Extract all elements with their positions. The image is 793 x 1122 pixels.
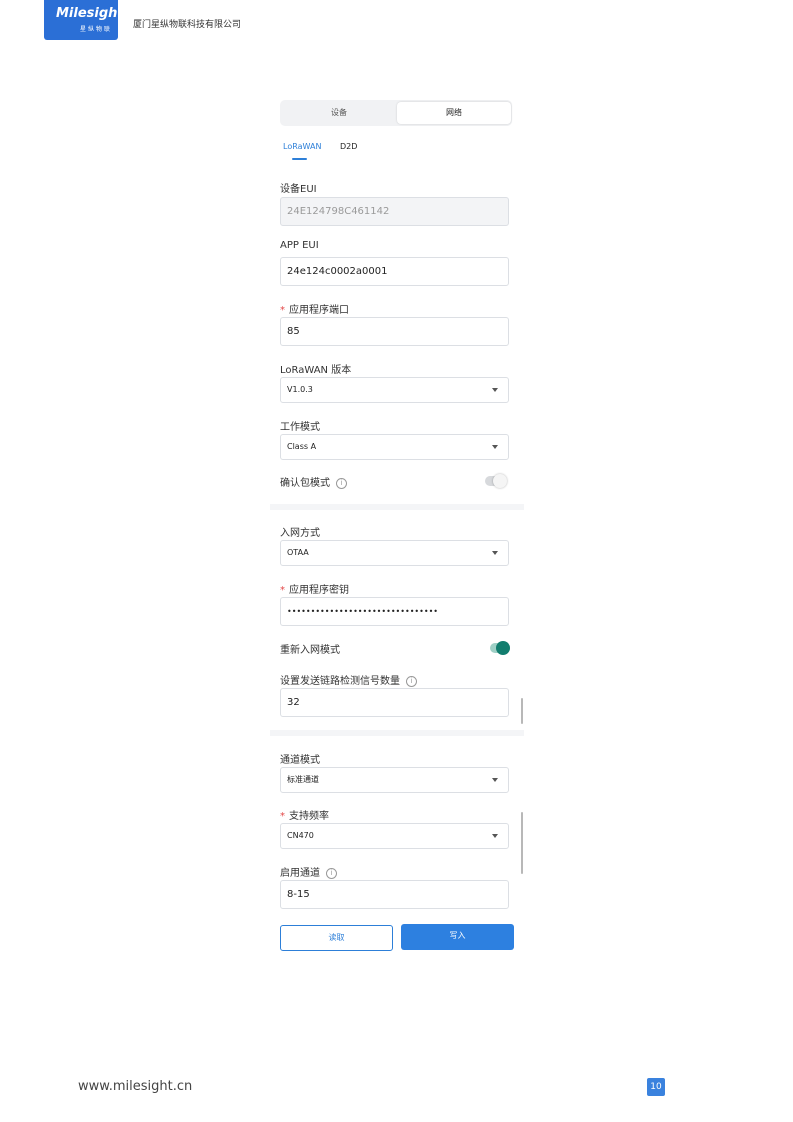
link-check-input[interactable]: 32 <box>280 688 509 717</box>
lorawan-version-select[interactable]: V1.0.3 <box>280 377 509 403</box>
chevron-down-icon <box>492 445 498 449</box>
required-mark: * <box>280 305 285 316</box>
work-mode-label: 工作模式 <box>280 422 320 433</box>
info-icon[interactable]: i <box>406 675 417 687</box>
work-mode-value: Class A <box>287 442 317 451</box>
join-type-value: OTAA <box>287 548 309 557</box>
tab-device[interactable]: 设备 <box>282 102 396 124</box>
tab-network[interactable]: 网络 <box>397 102 511 124</box>
app-eui-label: APP EUI <box>280 240 319 251</box>
info-icon[interactable]: i <box>326 867 337 879</box>
toggle-knob <box>493 474 507 488</box>
segment-tabs: 设备 网络 <box>280 100 512 126</box>
logo-brand: Milesight <box>56 6 124 21</box>
required-mark: * <box>280 585 285 596</box>
device-eui-input: 24E124798C461142 <box>280 197 509 226</box>
chevron-down-icon <box>492 388 498 392</box>
app-port-label: * 应用程序端口 <box>280 301 349 316</box>
write-button[interactable]: 写入 <box>401 924 514 950</box>
subtab-lorawan[interactable]: LoRaWAN <box>283 142 321 151</box>
chevron-down-icon <box>492 834 498 838</box>
freq-value: CN470 <box>287 831 314 840</box>
lorawan-version-value: V1.0.3 <box>287 385 313 394</box>
confirm-mode-toggle[interactable] <box>485 474 507 488</box>
freq-select[interactable]: CN470 <box>280 823 509 849</box>
settings-panel: 设备 网络 LoRaWAN D2D 设备EUI 24E124798C461142… <box>270 96 524 956</box>
enable-channel-label-text: 启用通道 <box>280 868 320 879</box>
app-port-input[interactable]: 85 <box>280 317 509 346</box>
scrollbar[interactable] <box>521 698 523 724</box>
logo-sub: 星纵物联 <box>80 26 113 33</box>
section-divider <box>270 730 524 736</box>
confirm-mode-label: 确认包模式 i <box>280 474 347 489</box>
required-mark: * <box>280 811 285 822</box>
lorawan-version-label: LoRaWAN 版本 <box>280 365 352 376</box>
confirm-mode-label-text: 确认包模式 <box>280 478 330 489</box>
link-check-label: 设置发送链路检测信号数量 i <box>280 672 417 687</box>
footer-url: www.milesight.cn <box>78 1079 193 1094</box>
app-key-input[interactable]: •••••••••••••••••••••••••••••••• <box>280 597 509 626</box>
enable-channel-input[interactable]: 8-15 <box>280 880 509 909</box>
subtab-d2d[interactable]: D2D <box>340 142 357 151</box>
info-icon[interactable]: i <box>336 477 347 489</box>
app-port-label-text: 应用程序端口 <box>289 305 349 316</box>
freq-label-text: 支持频率 <box>289 811 329 822</box>
page-number: 10 <box>647 1078 665 1096</box>
chevron-down-icon <box>492 551 498 555</box>
rejoin-mode-toggle[interactable] <box>490 641 510 655</box>
rejoin-mode-label: 重新入网模式 <box>280 645 340 656</box>
company-name: 厦门星纵物联科技有限公司 <box>133 20 242 30</box>
app-eui-input[interactable]: 24e124c0002a0001 <box>280 257 509 286</box>
join-type-label: 入网方式 <box>280 528 320 539</box>
join-type-select[interactable]: OTAA <box>280 540 509 566</box>
channel-mode-value: 标准通道 <box>287 775 319 784</box>
work-mode-select[interactable]: Class A <box>280 434 509 460</box>
app-key-label: * 应用程序密钥 <box>280 581 349 596</box>
scrollbar[interactable] <box>521 812 523 874</box>
link-check-label-text: 设置发送链路检测信号数量 <box>280 676 400 687</box>
milesight-logo: Milesight 星纵物联 <box>44 0 124 40</box>
channel-mode-select[interactable]: 标准通道 <box>280 767 509 793</box>
subtab-active-indicator <box>292 158 307 160</box>
app-key-label-text: 应用程序密钥 <box>289 585 349 596</box>
toggle-knob <box>496 641 510 655</box>
read-button[interactable]: 读取 <box>280 925 393 951</box>
section-divider <box>270 504 524 510</box>
device-eui-label: 设备EUI <box>280 184 317 195</box>
enable-channel-label: 启用通道 i <box>280 864 337 879</box>
chevron-down-icon <box>492 778 498 782</box>
freq-label: * 支持频率 <box>280 807 329 822</box>
channel-mode-label: 通道模式 <box>280 755 320 766</box>
